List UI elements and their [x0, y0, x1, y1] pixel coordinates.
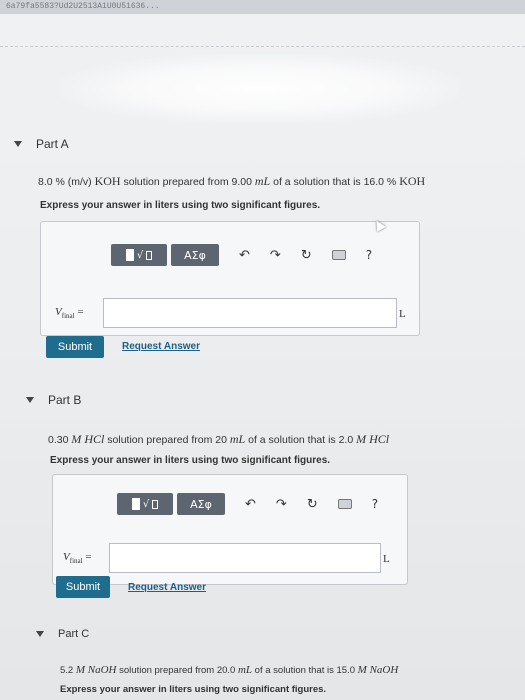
sqrt-icon: √ — [136, 249, 144, 261]
screen-glare — [60, 54, 460, 124]
redo-arrow-icon[interactable]: ↷ — [276, 497, 287, 512]
answer-input[interactable] — [103, 298, 397, 328]
template-box-icon — [146, 250, 153, 260]
templates-button[interactable]: √ — [111, 244, 167, 266]
variable-label: Vfinal = — [63, 551, 92, 566]
submit-button[interactable]: Submit — [56, 576, 110, 598]
part-a-instruction: Express your answer in liters using two … — [40, 200, 321, 211]
collapse-caret-icon[interactable] — [14, 141, 22, 147]
help-button[interactable]: ? — [366, 248, 372, 262]
divider — [0, 46, 525, 47]
greek-symbols-button[interactable]: ΑΣφ — [171, 244, 219, 266]
sqrt-icon: √ — [142, 498, 150, 510]
browser-url-fragment: 6a79fa5583?Ud2U2513A1U0U51636... — [0, 0, 525, 14]
part-c-question: 5.2 M NaOH solution prepared from 20.0 m… — [60, 664, 399, 676]
unit-label: L — [383, 553, 390, 565]
part-b-header[interactable]: Part B — [26, 393, 81, 407]
greek-symbols-button[interactable]: ΑΣφ — [177, 493, 225, 515]
undo-arrow-icon[interactable]: ↶ — [239, 248, 250, 263]
reset-icon[interactable]: ↻ — [301, 248, 312, 263]
request-answer-link[interactable]: Request Answer — [122, 341, 200, 352]
variable-label: Vfinal = — [55, 306, 84, 321]
part-c-instruction: Express your answer in liters using two … — [60, 684, 327, 695]
redo-arrow-icon[interactable]: ↷ — [270, 248, 281, 263]
collapse-caret-icon[interactable] — [26, 397, 34, 403]
template-box-icon — [125, 249, 134, 261]
submit-button[interactable]: Submit — [46, 336, 104, 358]
part-a-question: 8.0 % (m/v) KOH solution prepared from 9… — [38, 174, 426, 188]
part-b-question: 0.30 M HCl solution prepared from 20 mL … — [48, 432, 390, 446]
keyboard-icon[interactable] — [337, 499, 352, 509]
templates-button[interactable]: √ — [117, 493, 173, 515]
request-answer-link[interactable]: Request Answer — [128, 582, 206, 593]
template-box-icon — [152, 499, 159, 509]
part-b-title: Part B — [48, 393, 82, 407]
part-c-title: Part C — [58, 628, 90, 640]
part-a-answer-box: √ ΑΣφ ↶ ↷ ↻ ? Vfinal = L — [40, 221, 420, 336]
part-a-title: Part A — [36, 137, 69, 151]
undo-arrow-icon[interactable]: ↶ — [245, 497, 256, 512]
template-box-icon — [131, 498, 140, 510]
help-button[interactable]: ? — [372, 497, 378, 511]
part-a-header[interactable]: Part A — [14, 137, 69, 151]
collapse-caret-icon[interactable] — [36, 631, 44, 637]
reset-icon[interactable]: ↻ — [307, 497, 318, 512]
part-b-answer-box: √ ΑΣφ ↶ ↷ ↻ ? Vfinal = L — [52, 474, 408, 585]
answer-input[interactable] — [109, 543, 381, 573]
math-toolbar: √ ΑΣφ ↶ ↷ ↻ ? — [111, 244, 372, 266]
math-toolbar: √ ΑΣφ ↶ ↷ ↻ ? — [117, 493, 378, 515]
unit-label: L — [399, 308, 406, 320]
keyboard-icon[interactable] — [331, 250, 346, 260]
part-c-header[interactable]: Part C — [36, 628, 89, 640]
part-b-instruction: Express your answer in liters using two … — [50, 455, 331, 466]
page: Part A 8.0 % (m/v) KOH solution prepared… — [0, 14, 525, 700]
